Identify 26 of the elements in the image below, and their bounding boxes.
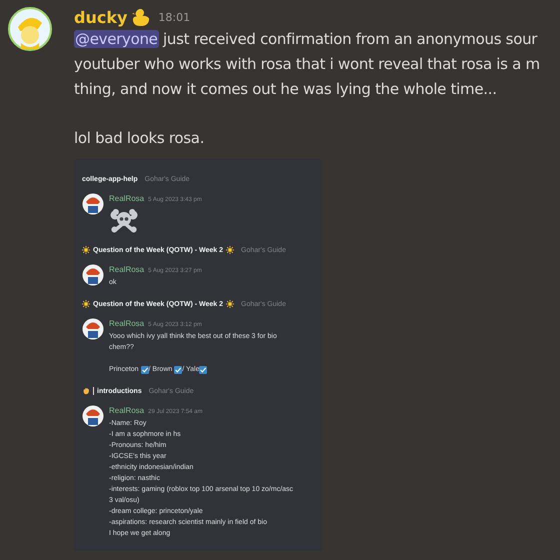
message-text: thing, and now it comes out he was lying the whole time... <box>74 79 498 100</box>
author-name: RealRosa <box>109 405 144 417</box>
timestamp: 18:01 <box>158 10 190 24</box>
avatar[interactable] <box>8 7 52 51</box>
checkbox-icon <box>174 366 182 374</box>
message-text: just received confirmation from an anonymous sour <box>162 30 538 48</box>
sun-icon <box>226 246 234 254</box>
sun-icon <box>226 300 234 308</box>
message-text: lol bad looks rosa. <box>74 128 206 149</box>
checkbox-icon <box>140 366 149 374</box>
author-name[interactable]: ducky <box>74 8 128 26</box>
author-name: RealRosa <box>109 193 144 205</box>
duck-icon <box>132 8 152 26</box>
message-text: youtuber who works with rosa that i wont reveal that rosa is a m <box>74 54 541 75</box>
sun-icon <box>82 300 90 308</box>
avatar <box>82 264 104 286</box>
avatar <box>82 318 104 340</box>
screenshot-attachment[interactable] <box>74 159 322 551</box>
skull-crossbones-icon <box>109 208 139 234</box>
mention[interactable]: @everyone <box>74 30 159 48</box>
author-name: RealRosa <box>109 264 144 276</box>
avatar <box>82 405 104 427</box>
avatar <box>82 193 104 215</box>
checkbox-icon <box>199 366 208 374</box>
sun-icon <box>82 246 90 254</box>
author-name: RealRosa <box>109 318 144 330</box>
